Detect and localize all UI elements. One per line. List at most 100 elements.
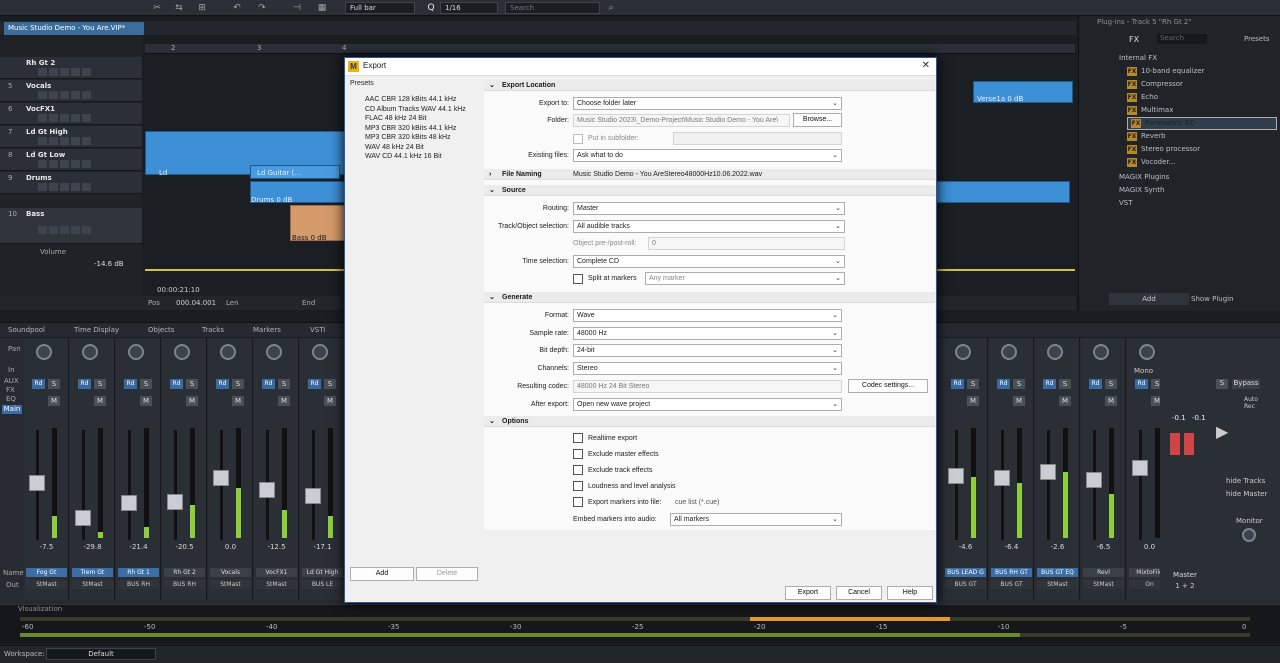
track-name[interactable]: Ld Gt Low: [26, 151, 65, 159]
strip-output[interactable]: BUS GT: [991, 580, 1032, 589]
help-button[interactable]: Help: [887, 586, 933, 600]
plugin-item[interactable]: FX 10-band equalizer: [1127, 65, 1205, 77]
pan-knob[interactable]: [1139, 344, 1155, 360]
strip-output[interactable]: StMast: [26, 580, 67, 589]
split-markers-checkbox[interactable]: [573, 274, 583, 284]
master-out[interactable]: 1 + 2: [1160, 582, 1210, 590]
existing-files-select[interactable]: Ask what to do ⌄: [573, 149, 842, 162]
master-fader-left[interactable]: [1170, 433, 1180, 455]
browse-button[interactable]: Browse...: [793, 113, 842, 127]
fx-label[interactable]: FX: [1129, 35, 1139, 44]
preset-item[interactable]: AAC CBR 128 kBits 44.1 kHz: [350, 95, 480, 105]
after-export-select[interactable]: Open new wave project ⌄: [573, 398, 842, 411]
solo-button[interactable]: S: [140, 379, 152, 389]
plugin-item[interactable]: FX Reverb: [1127, 130, 1166, 142]
split-icon[interactable]: ⇆: [172, 2, 186, 14]
pan-knob[interactable]: [1047, 344, 1063, 360]
mute-button[interactable]: M: [140, 396, 152, 406]
pos-value[interactable]: 000.04.001: [176, 299, 216, 307]
mute-button[interactable]: M: [1105, 396, 1117, 406]
format-select[interactable]: Wave ⌄: [573, 309, 842, 322]
track-buttons[interactable]: [38, 160, 108, 168]
main-label[interactable]: Main: [2, 405, 22, 414]
preroll-field[interactable]: 0: [648, 237, 845, 250]
strip-name[interactable]: Ld Gt High: [302, 568, 343, 577]
quantize-select[interactable]: 1/16: [440, 2, 498, 14]
record-button[interactable]: Rd: [1135, 379, 1148, 389]
tab-markers[interactable]: Markers: [253, 326, 281, 334]
track-name[interactable]: Rh Gt 2: [26, 59, 55, 67]
mute-button[interactable]: M: [1059, 396, 1071, 406]
record-button[interactable]: Rd: [32, 379, 45, 389]
record-button[interactable]: Rd: [262, 379, 275, 389]
undo-icon[interactable]: ↶: [230, 2, 244, 14]
plugin-item[interactable]: FX Echo: [1127, 91, 1158, 103]
track-name[interactable]: VocFX1: [26, 105, 55, 113]
pan-knob[interactable]: [955, 344, 971, 360]
mono-button[interactable]: Mono: [1134, 367, 1153, 375]
export-button[interactable]: Export: [785, 586, 831, 600]
workspace-select[interactable]: Default: [46, 648, 156, 660]
volume-fader[interactable]: [305, 488, 321, 504]
bit-depth-select[interactable]: 24-bit ⌄: [573, 344, 842, 357]
section-file-naming[interactable]: › File Naming Music Studio Demo - You AreS…: [484, 169, 935, 180]
volume-fader[interactable]: [1132, 460, 1148, 476]
volume-fader[interactable]: [167, 494, 183, 510]
delete-preset-button[interactable]: Delete: [416, 567, 478, 581]
solo-button[interactable]: S: [278, 379, 290, 389]
preset-item[interactable]: MP3 CBR 320 kBits 44.1 kHz: [350, 124, 480, 134]
channels-select[interactable]: Stereo ⌄: [573, 362, 842, 375]
preset-item[interactable]: WAV CD 44.1 kHz 16 Bit: [350, 152, 480, 162]
volume-fader[interactable]: [29, 475, 45, 491]
subfolder-field[interactable]: [673, 132, 842, 145]
routing-select[interactable]: Master ⌄: [573, 202, 845, 215]
plugin-folder[interactable]: Internal FX: [1119, 52, 1157, 64]
volume-value[interactable]: -14.6 dB: [94, 260, 124, 268]
preset-item[interactable]: FLAC 48 kHz 24 Bit: [350, 114, 480, 124]
solo-button[interactable]: S: [1013, 379, 1025, 389]
solo-button[interactable]: S: [94, 379, 106, 389]
mute-button[interactable]: M: [186, 396, 198, 406]
track-buttons[interactable]: [38, 226, 108, 234]
embed-markers-select[interactable]: All markers ⌄: [670, 513, 842, 526]
track-buttons[interactable]: [38, 137, 108, 145]
bypass-button[interactable]: Bypass: [1232, 379, 1260, 389]
track-buttons[interactable]: [38, 114, 108, 122]
plugin-folder[interactable]: MAGIX Synth: [1119, 184, 1164, 196]
strip-name[interactable]: Trem Gt: [72, 568, 113, 577]
preset-item[interactable]: MP3 CBR 320 kBits 48 kHz: [350, 133, 480, 143]
hide-tracks-checkbox[interactable]: hide Tracks: [1226, 477, 1265, 485]
track-name[interactable]: Bass: [26, 210, 44, 218]
pan-knob[interactable]: [36, 344, 52, 360]
volume-fader[interactable]: [1086, 472, 1102, 488]
strip-name[interactable]: Revl: [1083, 568, 1124, 577]
record-button[interactable]: Rd: [1089, 379, 1102, 389]
section-generate[interactable]: ⌄ Generate: [484, 292, 935, 303]
mute-button[interactable]: M: [232, 396, 244, 406]
track-header[interactable]: Rh Gt 2: [0, 57, 142, 79]
sample-rate-select[interactable]: 48000 Hz ⌄: [573, 327, 842, 340]
time-selection-select[interactable]: Complete CD ⌄: [573, 255, 845, 268]
split-markers-select[interactable]: Any marker ⌄: [645, 272, 845, 285]
strip-name[interactable]: Rh Gt 2: [164, 568, 205, 577]
mute-button[interactable]: M: [967, 396, 979, 406]
tab-soundpool[interactable]: Soundpool: [8, 326, 45, 334]
strip-output[interactable]: BUS RH: [164, 580, 205, 589]
add-preset-button[interactable]: Add: [350, 567, 414, 581]
strip-name[interactable]: BUS RH GT: [991, 568, 1032, 577]
mute-button[interactable]: M: [278, 396, 290, 406]
solo-button[interactable]: S: [48, 379, 60, 389]
solo-button[interactable]: S: [1059, 379, 1071, 389]
monitor-knob[interactable]: [1242, 528, 1256, 542]
master-fader-right[interactable]: [1184, 433, 1194, 455]
tab-vsti[interactable]: VSTi: [310, 326, 325, 334]
strip-name[interactable]: Fog Gt: [26, 568, 67, 577]
mute-button[interactable]: M: [1013, 396, 1025, 406]
track-header[interactable]: 8 Ld Gt Low: [0, 149, 142, 171]
strip-output[interactable]: StMast: [72, 580, 113, 589]
search-input[interactable]: Search: [505, 2, 600, 14]
track-name[interactable]: Vocals: [26, 82, 51, 90]
grid-select[interactable]: Full bar: [345, 2, 415, 14]
plugin-item[interactable]: FX Stereo processor: [1127, 143, 1200, 155]
track-buttons[interactable]: [38, 91, 108, 99]
